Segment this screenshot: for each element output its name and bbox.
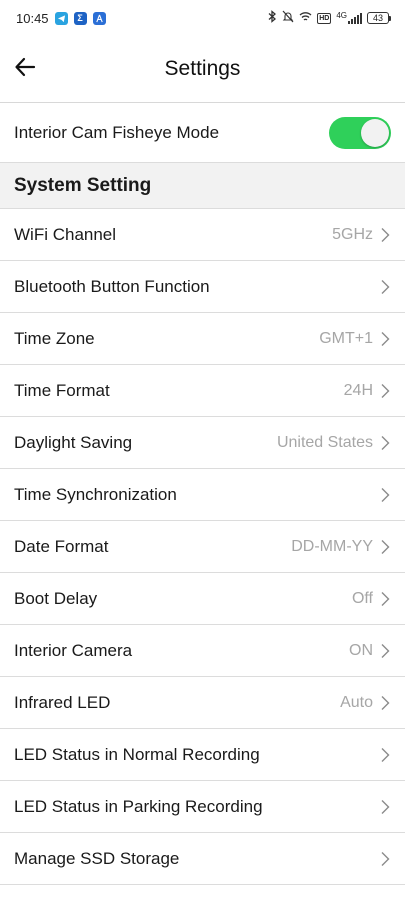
status-bar: 10:45 Σ HD 4G 43 — [0, 0, 405, 36]
back-button[interactable] — [10, 54, 40, 84]
chevron-right-icon — [379, 746, 391, 764]
setting-right: GMT+1 — [319, 330, 391, 348]
setting-value: Off — [351, 589, 373, 607]
chevron-right-icon — [379, 382, 391, 400]
setting-label: LED Status in Normal Recording — [14, 744, 260, 764]
setting-right — [373, 798, 391, 816]
setting-label: Infrared LED — [14, 692, 111, 712]
chevron-right-icon — [379, 278, 391, 296]
wifi-icon — [299, 11, 312, 25]
battery-icon: 43 — [367, 12, 391, 24]
chevron-right-icon — [379, 330, 391, 348]
setting-row-date-format[interactable]: Date Format DD-MM-YY — [0, 521, 405, 573]
setting-row-interior-camera[interactable]: Interior Camera ON — [0, 625, 405, 677]
setting-label: Interior Camera — [14, 640, 133, 660]
setting-value: GMT+1 — [319, 329, 373, 347]
fisheye-mode-toggle[interactable] — [329, 116, 391, 149]
cellular-signal: 4G — [336, 12, 362, 24]
setting-row-time-format[interactable]: Time Format 24H — [0, 365, 405, 417]
setting-label: Time Synchronization — [14, 484, 177, 504]
battery-level: 43 — [367, 12, 389, 24]
setting-label: Time Format — [14, 380, 110, 400]
chevron-right-icon — [379, 590, 391, 608]
setting-row-time-synchronization[interactable]: Time Synchronization — [0, 469, 405, 521]
setting-right: 24H — [344, 382, 391, 400]
broadcast-app-icon — [92, 11, 106, 25]
setting-right — [373, 746, 391, 764]
bluetooth-icon — [267, 10, 277, 26]
setting-right: 5GHz — [332, 226, 391, 244]
arrow-left-icon — [14, 56, 36, 83]
chevron-right-icon — [379, 538, 391, 556]
page-title: Settings — [164, 57, 241, 80]
chevron-right-icon — [379, 798, 391, 816]
setting-label: WiFi Channel — [14, 224, 117, 244]
signal-bars-icon — [348, 13, 362, 24]
setting-right: DD-MM-YY — [291, 538, 391, 556]
setting-label: Bluetooth Button Function — [14, 276, 210, 296]
network-type: 4G — [336, 11, 347, 20]
setting-label: Date Format — [14, 536, 109, 556]
chevron-right-icon — [379, 434, 391, 452]
settings-list: WiFi Channel 5GHz Bluetooth Button Funct… — [0, 209, 405, 885]
toggle-knob — [361, 118, 389, 147]
setting-label: Time Zone — [14, 328, 95, 348]
setting-right: Auto — [340, 694, 391, 712]
setting-row-daylight-saving[interactable]: Daylight Saving United States — [0, 417, 405, 469]
chevron-right-icon — [379, 694, 391, 712]
setting-value: 5GHz — [332, 225, 373, 243]
setting-row-led-status-parking-recording[interactable]: LED Status in Parking Recording — [0, 781, 405, 833]
setting-row-boot-delay[interactable]: Boot Delay Off — [0, 573, 405, 625]
setting-right — [373, 278, 391, 296]
setting-row-infrared-led[interactable]: Infrared LED Auto — [0, 677, 405, 729]
setting-value: ON — [349, 641, 373, 659]
setting-label: Manage SSD Storage — [14, 848, 180, 868]
setting-value: DD-MM-YY — [291, 537, 373, 555]
section-header-system-setting: System Setting — [0, 163, 405, 209]
setting-value: 24H — [343, 381, 373, 399]
setting-label: Daylight Saving — [14, 432, 133, 452]
setting-row-led-status-normal-recording[interactable]: LED Status in Normal Recording — [0, 729, 405, 781]
setting-value: United States — [276, 433, 373, 451]
chevron-right-icon — [379, 642, 391, 660]
setting-label: LED Status in Parking Recording — [14, 796, 263, 816]
setting-right — [373, 850, 391, 868]
setting-right — [373, 486, 391, 504]
setting-row-wifi-channel[interactable]: WiFi Channel 5GHz — [0, 209, 405, 261]
fisheye-mode-row: Interior Cam Fisheye Mode — [0, 103, 405, 163]
setting-value: Auto — [340, 693, 373, 711]
setting-right: Off — [352, 590, 391, 608]
setting-right: ON — [349, 642, 391, 660]
app-header: Settings — [0, 36, 405, 102]
section-title: System Setting — [14, 174, 152, 196]
sigma-app-icon: Σ — [73, 11, 87, 25]
chevron-right-icon — [379, 850, 391, 868]
setting-row-time-zone[interactable]: Time Zone GMT+1 — [0, 313, 405, 365]
mute-bell-icon — [282, 10, 294, 26]
hd-badge: HD — [317, 12, 332, 24]
setting-label: Boot Delay — [14, 588, 98, 608]
setting-right: United States — [277, 434, 391, 452]
setting-row-bluetooth-button-function[interactable]: Bluetooth Button Function — [0, 261, 405, 313]
fisheye-mode-label: Interior Cam Fisheye Mode — [14, 122, 220, 142]
status-bar-left: 10:45 Σ — [16, 11, 106, 26]
setting-row-manage-ssd-storage[interactable]: Manage SSD Storage — [0, 833, 405, 885]
chevron-right-icon — [379, 226, 391, 244]
chevron-right-icon — [379, 486, 391, 504]
telegram-icon — [54, 11, 68, 25]
status-time: 10:45 — [16, 10, 49, 26]
status-bar-right: HD 4G 43 — [267, 10, 391, 26]
